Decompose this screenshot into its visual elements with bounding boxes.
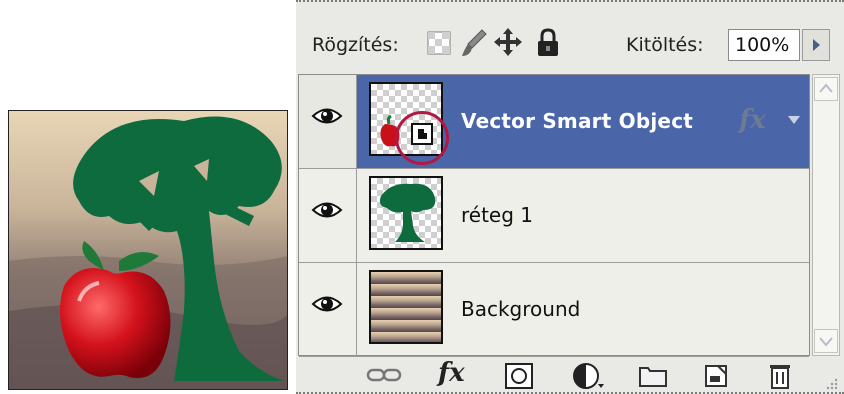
layers-bottom-toolbar: fx bbox=[296, 356, 844, 394]
scroll-up-button[interactable] bbox=[814, 77, 838, 101]
eye-icon bbox=[311, 202, 343, 218]
layer-row-reteg-1[interactable]: réteg 1 bbox=[299, 169, 809, 263]
smart-object-highlight-ring bbox=[395, 111, 449, 165]
chevron-down-icon bbox=[819, 337, 833, 347]
layer-name[interactable]: Background bbox=[461, 297, 580, 321]
layer-effects-fx-icon[interactable]: fx bbox=[739, 105, 766, 135]
resize-grip-icon[interactable] bbox=[824, 376, 838, 390]
fill-label: Kitöltés: bbox=[626, 34, 704, 56]
scroll-down-button[interactable] bbox=[814, 329, 838, 353]
eye-icon bbox=[311, 108, 343, 124]
layer-thumbnail bbox=[369, 176, 443, 250]
lock-position-move-icon[interactable] bbox=[492, 26, 524, 58]
chevron-right-icon bbox=[813, 39, 820, 51]
lock-image-pixels-brush-icon[interactable] bbox=[460, 28, 488, 58]
new-group-folder-icon[interactable] bbox=[638, 362, 668, 388]
delete-layer-trash-icon[interactable] bbox=[768, 362, 792, 390]
layer-name[interactable]: réteg 1 bbox=[461, 203, 533, 227]
lock-toolbar: Rögzítés: Kitöltés: 100% bbox=[296, 2, 844, 72]
layer-visibility-toggle[interactable] bbox=[299, 169, 357, 262]
lock-label: Rögzítés: bbox=[312, 34, 399, 56]
lock-transparent-pixels-icon[interactable] bbox=[426, 30, 452, 56]
lock-all-padlock-icon[interactable] bbox=[536, 28, 560, 58]
link-layers-icon[interactable] bbox=[366, 362, 402, 388]
layers-panel: Rögzítés: Kitöltés: 100% Vector Smart Ob… bbox=[296, 0, 844, 394]
landscape-with-tree-and-apple-image bbox=[9, 111, 287, 389]
new-layer-icon[interactable] bbox=[702, 362, 730, 390]
canvas-preview bbox=[8, 110, 288, 390]
layer-row-background[interactable]: Background bbox=[299, 263, 809, 357]
adjustment-layer-icon[interactable] bbox=[572, 362, 606, 390]
tree-thumbnail-image bbox=[379, 183, 436, 242]
add-layer-style-fx-icon[interactable]: fx bbox=[438, 358, 465, 388]
layer-visibility-toggle[interactable] bbox=[299, 263, 357, 356]
fill-opacity-dropdown-button[interactable] bbox=[802, 29, 830, 61]
layers-scrollbar[interactable] bbox=[812, 74, 840, 356]
add-layer-mask-icon[interactable] bbox=[504, 362, 534, 390]
expand-effects-arrow-icon[interactable] bbox=[787, 115, 801, 125]
layers-list: Vector Smart Object fx réteg 1 Backgroun… bbox=[298, 74, 810, 357]
layer-name[interactable]: Vector Smart Object bbox=[461, 109, 693, 133]
layer-row-vector-smart-object[interactable]: Vector Smart Object fx bbox=[299, 75, 809, 169]
fill-opacity-input[interactable]: 100% bbox=[728, 29, 800, 61]
chevron-up-icon bbox=[819, 83, 833, 93]
layer-visibility-toggle[interactable] bbox=[299, 75, 357, 168]
layer-thumbnail bbox=[369, 270, 443, 344]
eye-icon bbox=[311, 296, 343, 312]
